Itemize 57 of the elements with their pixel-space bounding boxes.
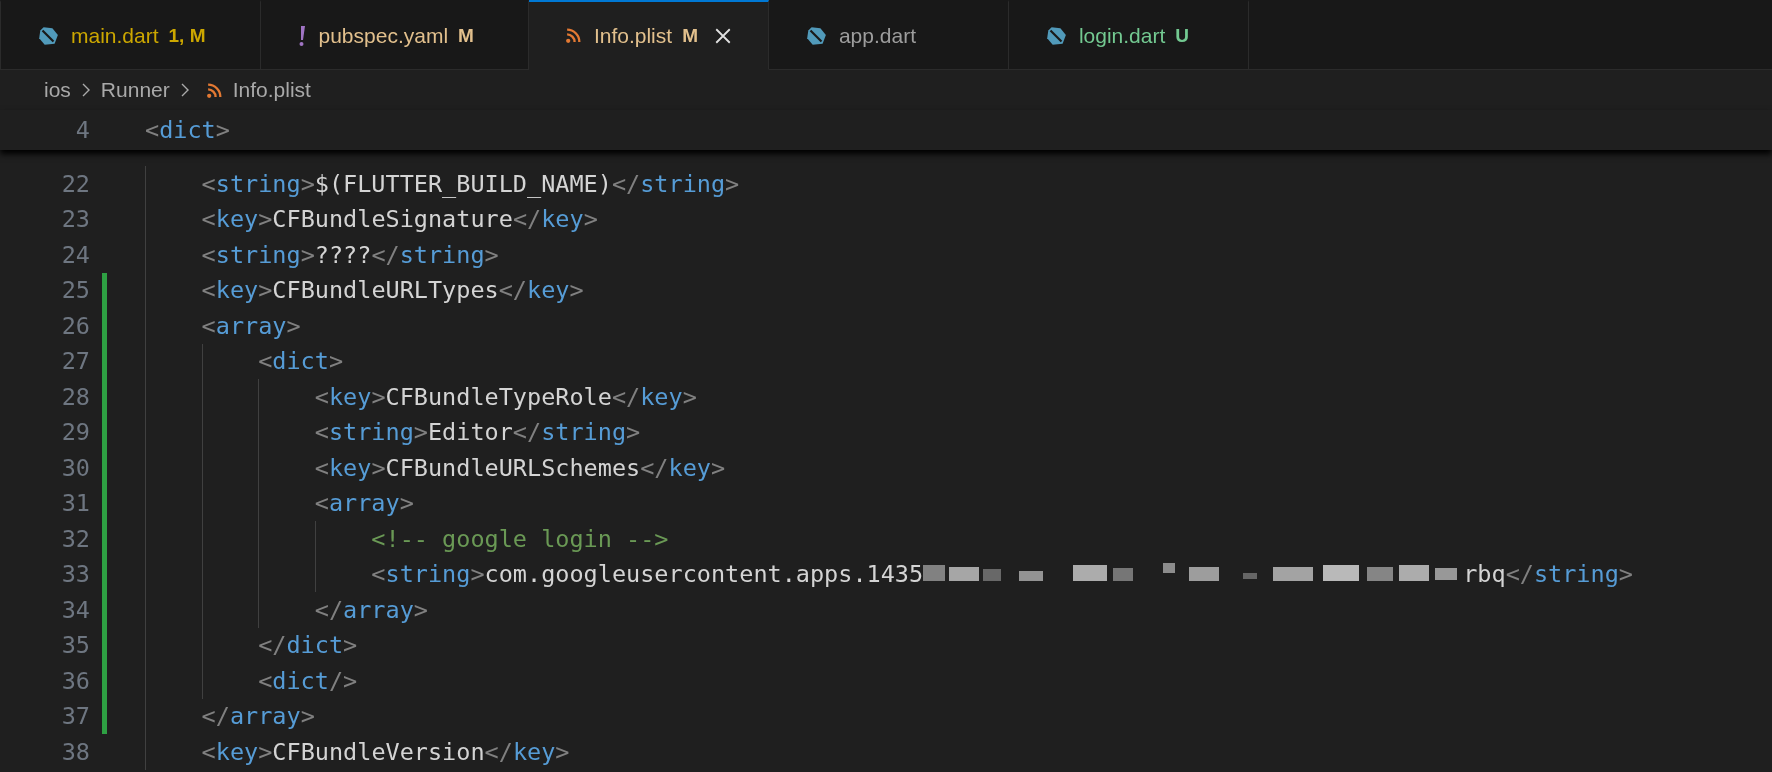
editor-tab[interactable]: pubspec.yaml M <box>260 0 529 70</box>
line-number: 28 <box>60 382 90 411</box>
code-text: <dict> <box>145 116 230 144</box>
editor-tab[interactable]: Info.plist M <box>528 0 769 70</box>
git-status: M <box>682 24 698 47</box>
file-type-icon <box>1044 24 1067 47</box>
code-text: <string>$(FLUTTER_BUILD_NAME)</string> <box>201 169 740 198</box>
git-status: U <box>1175 24 1190 47</box>
code-text: </array> <box>314 595 428 624</box>
line-number: 27 <box>60 347 90 376</box>
file-type-icon <box>804 24 827 47</box>
code-text: </dict> <box>258 631 358 660</box>
line-number: 33 <box>60 560 90 589</box>
chevron-icon <box>179 82 190 98</box>
line-number: 36 <box>60 666 90 695</box>
rss-icon <box>564 27 582 44</box>
git-status: 1, M <box>168 24 206 47</box>
rss-icon <box>205 81 223 99</box>
line-number: 32 <box>60 524 90 553</box>
code-text: <key>CFBundleTypeRole</key> <box>314 382 697 411</box>
code-text: rbq</string> <box>1463 560 1633 589</box>
code-text: <key>CFBundleURLSchemes</key> <box>314 453 726 482</box>
editor-tab[interactable]: main.dart 1, M <box>0 0 261 70</box>
file-type-icon <box>37 24 59 47</box>
line-number: 35 <box>60 631 90 660</box>
code-text: <array> <box>201 311 301 340</box>
line-number: 26 <box>60 311 90 340</box>
chevron-icon <box>80 82 91 98</box>
code-text: <key>CFBundleVersion</key> <box>201 737 570 766</box>
code-text: <key>CFBundleSignature</key> <box>201 205 598 234</box>
line-number: 30 <box>60 453 90 482</box>
breadcrumb-item[interactable]: ios <box>44 78 71 102</box>
editor-tab[interactable]: app.dart <box>768 0 1009 70</box>
line-number: 22 <box>60 169 90 198</box>
line-number: 23 <box>60 205 90 234</box>
line-number: 37 <box>60 702 90 731</box>
line-number: 4 <box>74 116 90 144</box>
breadcrumb-item[interactable]: Info.plist <box>232 78 311 102</box>
code-text: <string>com.googleusercontent.apps.1435 <box>371 560 924 589</box>
line-number: 29 <box>60 418 90 447</box>
code-text: <string>Editor</string> <box>314 418 641 447</box>
code-text: <dict/> <box>258 666 358 695</box>
code-text: <!-- google login --> <box>371 524 669 553</box>
line-number: 38 <box>60 737 90 766</box>
editor-tab[interactable]: login.dart U <box>1008 0 1249 70</box>
close-icon[interactable] <box>713 26 732 45</box>
code-text: <dict> <box>258 347 344 376</box>
code-text: </array> <box>201 702 315 731</box>
line-number: 25 <box>60 276 90 305</box>
line-number: 34 <box>60 595 90 624</box>
line-number: 24 <box>60 240 90 269</box>
code-text: <array> <box>314 489 414 518</box>
code-text: <key>CFBundleURLTypes</key> <box>201 276 584 305</box>
breadcrumb-item[interactable]: Runner <box>100 78 170 102</box>
git-status: M <box>458 24 474 47</box>
line-number: 31 <box>60 489 90 518</box>
code-text: <string>????</string> <box>201 240 499 269</box>
